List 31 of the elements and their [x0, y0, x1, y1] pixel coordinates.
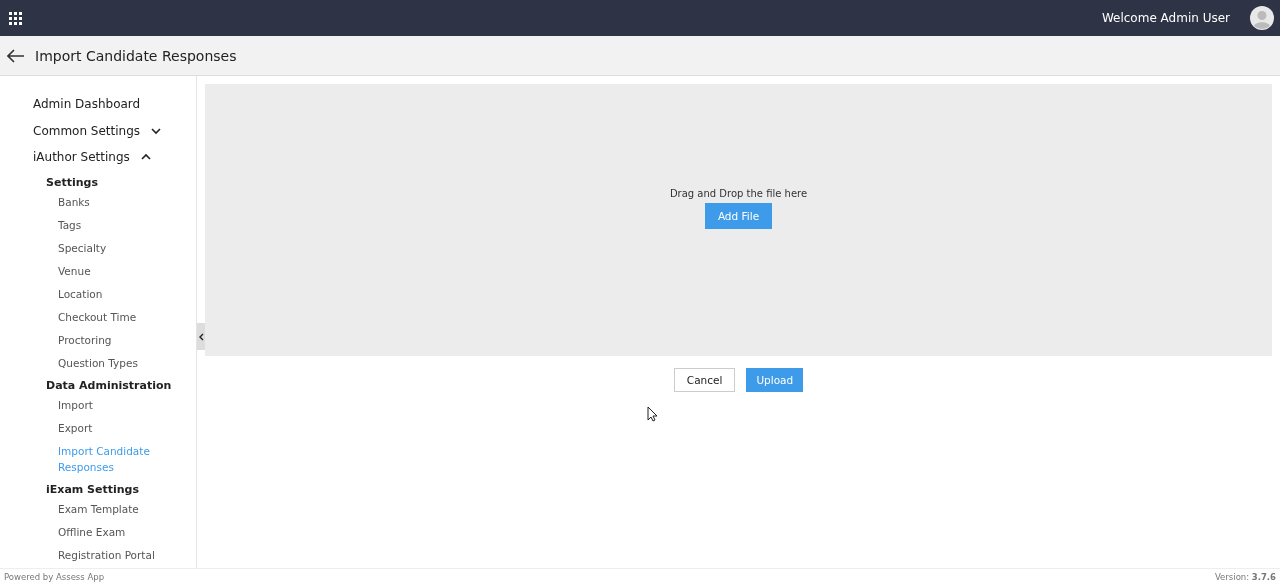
sidebar-item[interactable]: Specialty [33, 239, 173, 256]
sidebar-item[interactable]: Location [33, 285, 173, 302]
avatar-icon[interactable] [1250, 6, 1274, 30]
sidebar-item[interactable]: Tags [33, 216, 173, 233]
version-text: Version: 3.7.6 [1214, 571, 1276, 582]
sidebar-item[interactable]: Banks [33, 193, 173, 210]
powered-by-text: Powered by Assess App [4, 571, 105, 582]
drop-zone[interactable]: Drag and Drop the file here Add File [205, 84, 1272, 356]
sidebar-item[interactable]: Exam Template [33, 500, 173, 517]
collapse-handle[interactable] [197, 323, 205, 350]
sidebar-item[interactable]: Offline Exam [33, 523, 173, 540]
sidebar-section[interactable]: Common Settings [33, 117, 196, 144]
mouse-pointer-icon [647, 406, 658, 422]
back-arrow-icon[interactable] [7, 48, 25, 63]
sidebar-item[interactable]: Export [33, 419, 173, 436]
sidebar-section[interactable]: iAuthor Settings [33, 144, 196, 171]
welcome-text: Welcome Admin User [1101, 11, 1230, 25]
sidebar-item[interactable]: Registration Portal [33, 546, 173, 563]
cancel-button[interactable]: Cancel [673, 368, 736, 392]
sidebar-item[interactable]: Venue [33, 262, 173, 279]
page-title: Import Candidate Responses [35, 47, 237, 64]
drop-hint: Drag and Drop the file here [669, 188, 808, 199]
sidebar-group-heading: iExam Settings [45, 481, 141, 498]
sidebar-item[interactable]: Checkout Time [33, 308, 173, 325]
sidebar-group-heading: Settings [45, 174, 99, 191]
sidebar-item[interactable]: Import [33, 396, 173, 413]
sidebar-group-heading: Data Administration [45, 377, 173, 394]
app-grid-icon[interactable] [9, 11, 22, 25]
sidebar-item[interactable]: Admin Dashboard [33, 91, 196, 118]
sidebar-item[interactable]: Proctoring [33, 331, 173, 348]
sidebar-item[interactable]: Question Types [33, 354, 173, 371]
